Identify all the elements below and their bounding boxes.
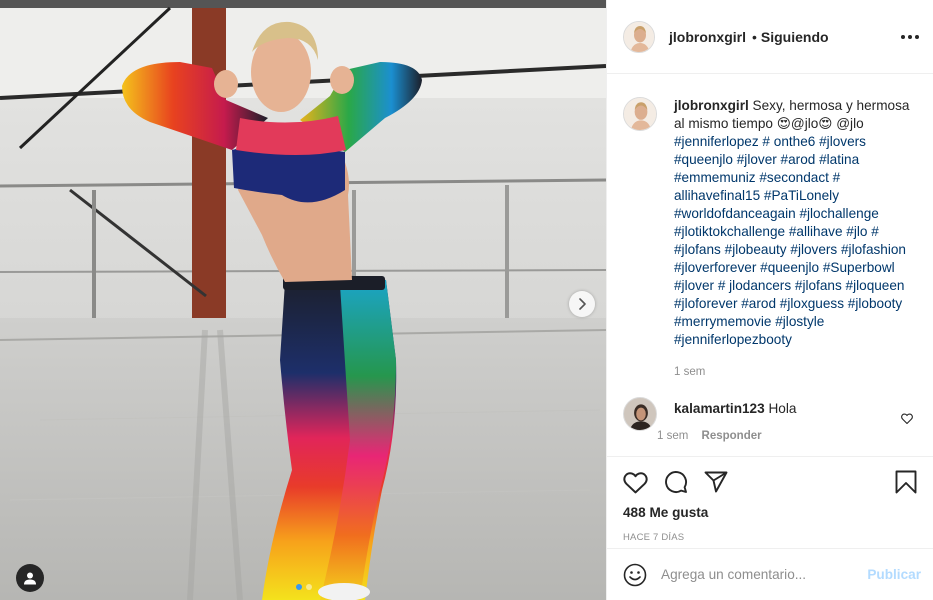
comment-like-button[interactable] bbox=[901, 411, 913, 429]
post-side-panel: jlobronxgirl • Siguiendo jlobronxgirl Se… bbox=[606, 0, 933, 600]
publish-comment-button[interactable]: Publicar bbox=[867, 567, 921, 582]
post-photo bbox=[0, 0, 606, 600]
caption-username[interactable]: jlobronxgirl bbox=[674, 98, 749, 113]
action-icons-row bbox=[623, 457, 917, 503]
emoji-button[interactable] bbox=[623, 563, 647, 587]
heart-icon bbox=[623, 471, 648, 493]
caption-time: 1 sem bbox=[674, 366, 706, 378]
comment-time: 1 sem bbox=[657, 430, 689, 442]
commenter-username[interactable]: kalamartin123 bbox=[674, 401, 765, 416]
author-avatar-image bbox=[624, 21, 654, 52]
caption-body: jlobronxgirl Sexy, hermosa y hermosa al … bbox=[674, 97, 917, 381]
comment-content: kalamartin123 Hola 1 sem Responder bbox=[657, 397, 796, 442]
comment-button[interactable] bbox=[664, 470, 688, 494]
follow-status-button[interactable]: Siguiendo bbox=[761, 29, 829, 45]
like-button[interactable] bbox=[623, 471, 648, 494]
paper-plane-icon bbox=[704, 471, 728, 493]
carousel-indicators bbox=[296, 584, 312, 590]
save-button[interactable] bbox=[895, 470, 917, 494]
post-actions: 488 Me gusta HACE 7 DÍAS bbox=[607, 456, 933, 548]
author-username[interactable]: jlobronxgirl bbox=[669, 29, 746, 45]
caption-author-avatar[interactable] bbox=[623, 97, 657, 131]
bookmark-icon bbox=[895, 470, 917, 494]
carousel-dot bbox=[306, 584, 312, 590]
likes-count[interactable]: 488 Me gusta bbox=[623, 505, 917, 520]
chevron-right-icon bbox=[579, 298, 586, 310]
heart-icon bbox=[901, 413, 913, 425]
post-header: jlobronxgirl • Siguiendo bbox=[607, 0, 933, 74]
caption-hashtags[interactable]: #jenniferlopez # onthe6 #jlovers #queenj… bbox=[674, 134, 906, 347]
header-separator: • bbox=[752, 28, 757, 45]
author-avatar[interactable] bbox=[623, 20, 655, 53]
share-button[interactable] bbox=[704, 471, 728, 493]
post-media[interactable] bbox=[0, 0, 606, 600]
carousel-next-button[interactable] bbox=[569, 291, 595, 317]
emoji-icon bbox=[623, 563, 647, 586]
comments-list[interactable]: jlobronxgirl Sexy, hermosa y hermosa al … bbox=[607, 75, 933, 456]
comment-input[interactable] bbox=[661, 567, 868, 582]
user-tag-icon bbox=[24, 572, 36, 585]
comment-item: kalamartin123 Hola 1 sem Responder bbox=[607, 381, 933, 442]
post-timestamp: HACE 7 DÍAS bbox=[623, 532, 685, 543]
commenter-avatar[interactable] bbox=[623, 397, 657, 431]
carousel-dot bbox=[296, 584, 302, 590]
tagged-users-button[interactable] bbox=[16, 564, 44, 592]
post-caption: jlobronxgirl Sexy, hermosa y hermosa al … bbox=[607, 75, 933, 381]
comment-meta: 1 sem Responder bbox=[657, 430, 796, 442]
add-comment-bar: Publicar bbox=[607, 548, 933, 600]
comment-icon bbox=[665, 471, 687, 493]
comment-text: Hola bbox=[768, 401, 797, 416]
more-options-icon[interactable] bbox=[901, 34, 919, 39]
commenter-avatar-image bbox=[624, 398, 656, 430]
reply-button[interactable]: Responder bbox=[702, 430, 762, 442]
caption-avatar-image bbox=[624, 98, 656, 130]
comment-body: kalamartin123 Hola bbox=[674, 400, 796, 418]
